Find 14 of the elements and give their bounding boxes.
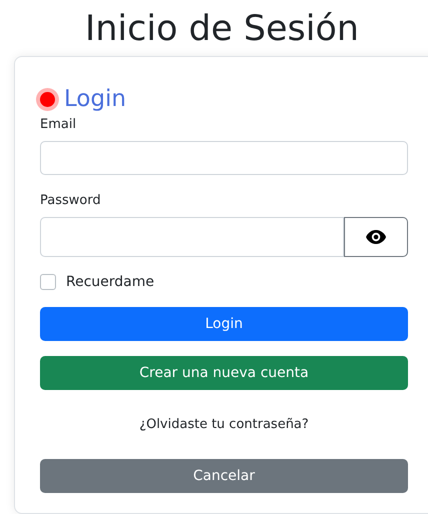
password-field[interactable] [40, 217, 344, 257]
card-heading: Login [64, 85, 126, 113]
email-field[interactable] [40, 141, 408, 175]
eye-icon [365, 229, 387, 245]
checkbox-label: Recuerdame [66, 274, 154, 290]
field-label: Password [40, 193, 102, 209]
forgot-password-link[interactable]: ¿Olvidaste tu contraseña? [139, 417, 309, 432]
cancel-button[interactable]: Cancelar [40, 459, 408, 493]
create-account-button[interactable]: Crear una nueva cuenta [40, 356, 408, 390]
field-label: Email [40, 117, 78, 133]
page-title: Inicio de Sesión [84, 8, 360, 50]
show-password-button[interactable] [344, 217, 408, 257]
login-button[interactable]: Login [40, 307, 408, 341]
checkbox[interactable] [40, 274, 56, 290]
